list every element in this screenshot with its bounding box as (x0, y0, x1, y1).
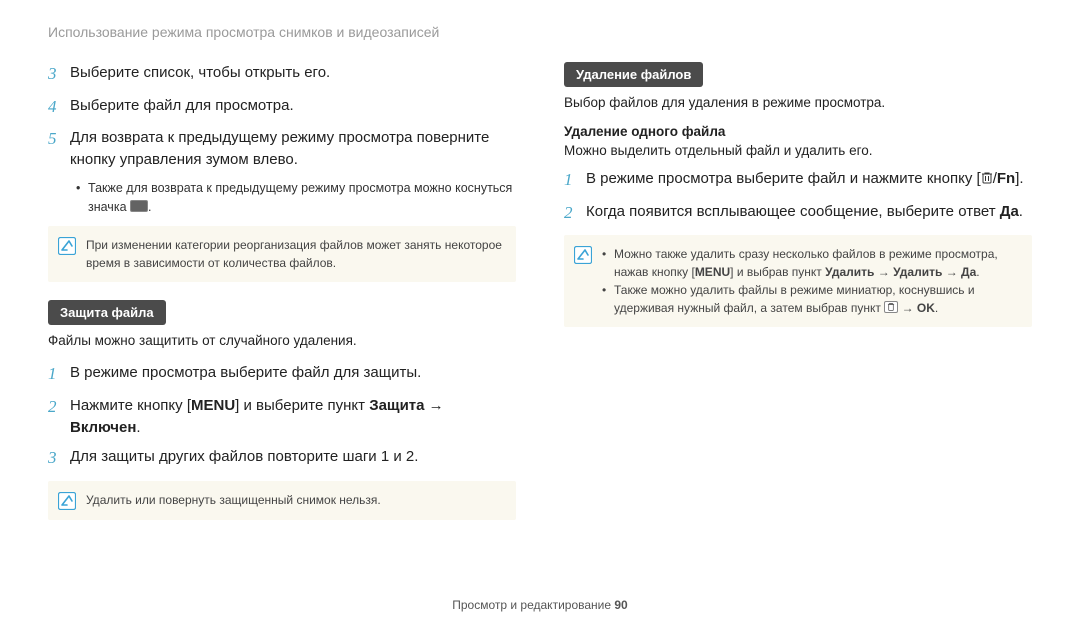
step-text: Выберите список, чтобы открыть его. (70, 62, 330, 87)
info-icon (58, 492, 76, 510)
page-number: 90 (611, 598, 628, 612)
delete-step-2: 2 Когда появится всплывающее сообщение, … (564, 201, 1032, 226)
section-badge-protect: Защита файла (48, 300, 166, 325)
info-icon (58, 237, 76, 255)
menu-key: MENU (695, 265, 730, 279)
note-bullet: • Можно также удалить сразу несколько фа… (602, 245, 1020, 281)
note-text: При изменении категории реорганизация фа… (86, 236, 504, 272)
info-note: • Можно также удалить сразу несколько фа… (564, 235, 1032, 327)
protect-step-3: 3 Для защиты других файлов повторите шаг… (48, 446, 516, 471)
info-note: При изменении категории реорганизация фа… (48, 226, 516, 282)
step-3: 3 Выберите список, чтобы открыть его. (48, 62, 516, 87)
step-text: Выберите файл для просмотра. (70, 95, 294, 120)
step-number: 2 (48, 395, 70, 439)
step-number: 5 (48, 127, 70, 171)
bullet-text: Также для возврата к предыдущему режиму … (88, 179, 516, 217)
content-columns: 3 Выберите список, чтобы открыть его. 4 … (48, 62, 1032, 538)
menu-key: MENU (191, 397, 235, 414)
step-5: 5 Для возврата к предыдущему режиму прос… (48, 127, 516, 171)
bullet-dot: • (76, 179, 88, 217)
note-text: Удалить или повернуть защищенный снимок … (86, 491, 504, 510)
step-4: 4 Выберите файл для просмотра. (48, 95, 516, 120)
delete-step-1: 1 В режиме просмотра выберите файл и наж… (564, 168, 1032, 193)
step-number: 3 (48, 62, 70, 87)
section-subtext: Выбор файлов для удаления в режиме просм… (564, 95, 1032, 110)
note-bullet: • Также можно удалить файлы в режиме мин… (602, 281, 1020, 317)
section-badge-delete: Удаление файлов (564, 62, 703, 87)
left-column: 3 Выберите список, чтобы открыть его. 4 … (48, 62, 516, 538)
trash-icon (981, 171, 993, 184)
step-text: Нажмите кнопку [MENU] и выберите пункт З… (70, 395, 516, 439)
protect-step-1: 1 В режиме просмотра выберите файл для з… (48, 362, 516, 387)
step-number: 3 (48, 446, 70, 471)
info-icon (574, 246, 592, 264)
trash-icon (884, 301, 898, 313)
step-text: Для защиты других файлов повторите шаги … (70, 446, 418, 471)
info-note: Удалить или повернуть защищенный снимок … (48, 481, 516, 520)
bullet-note: • Также для возврата к предыдущему режим… (76, 179, 516, 217)
protect-step-2: 2 Нажмите кнопку [MENU] и выберите пункт… (48, 395, 516, 439)
step-text: Для возврата к предыдущему режиму просмо… (70, 127, 516, 171)
page-footer: Просмотр и редактирование 90 (0, 598, 1080, 612)
step-text: Когда появится всплывающее сообщение, вы… (586, 201, 1023, 226)
section-subtext: Файлы можно защитить от случайного удале… (48, 333, 516, 348)
step-number: 1 (564, 168, 586, 193)
step-text: В режиме просмотра выберите файл и нажми… (586, 168, 1024, 193)
step-number: 4 (48, 95, 70, 120)
step-number: 1 (48, 362, 70, 387)
step-number: 2 (564, 201, 586, 226)
right-column: Удаление файлов Выбор файлов для удалени… (564, 62, 1032, 538)
breadcrumb-header: Использование режима просмотра снимков и… (48, 24, 1032, 40)
grid-icon (130, 200, 148, 212)
sub-heading-text: Можно выделить отдельный файл и удалить … (564, 143, 1032, 158)
note-content: • Можно также удалить сразу несколько фа… (602, 245, 1020, 317)
step-text: В режиме просмотра выберите файл для защ… (70, 362, 421, 387)
sub-heading: Удаление одного файла (564, 124, 1032, 139)
footer-section: Просмотр и редактирование (452, 598, 611, 612)
